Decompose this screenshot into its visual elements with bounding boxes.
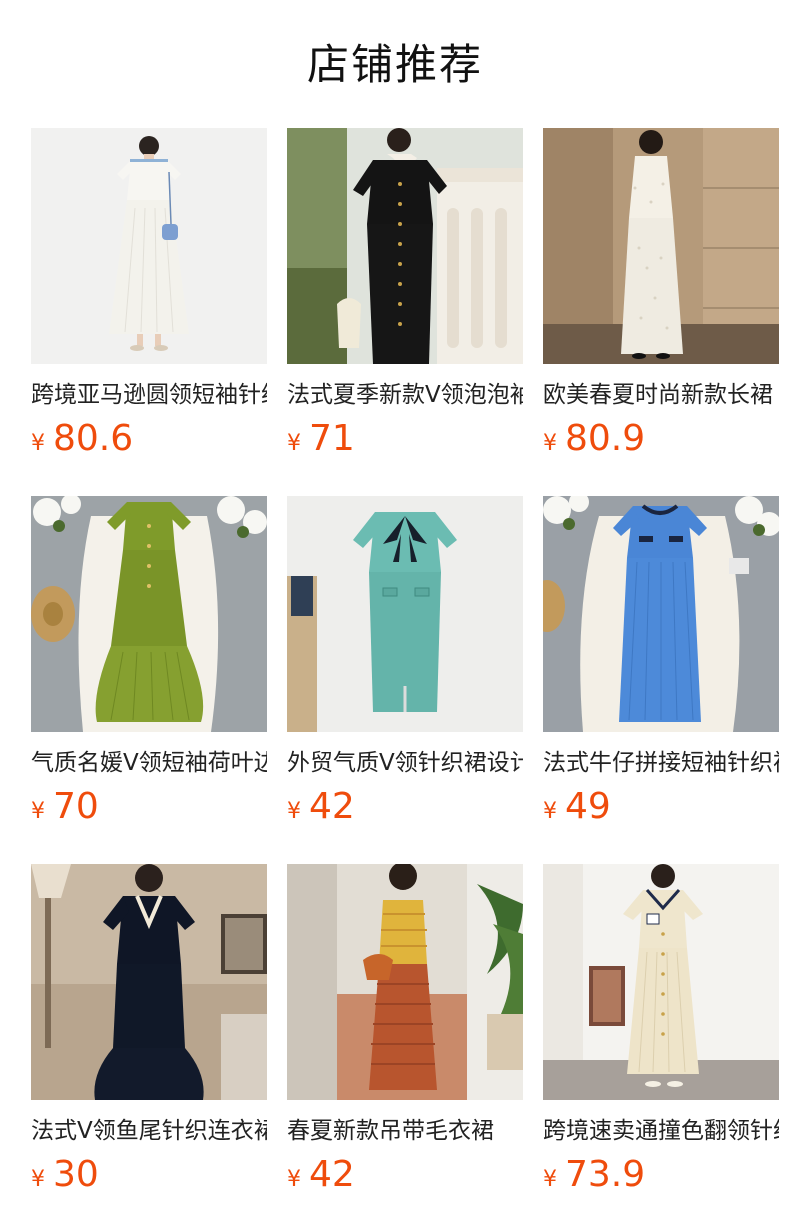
product-card[interactable]: 法式夏季新款V领泡泡袖针织裙 ¥71 <box>287 128 523 460</box>
product-title[interactable]: 外贸气质V领针织裙设计感 <box>287 746 523 780</box>
product-card[interactable]: 外贸气质V领针织裙设计感 ¥42 <box>287 496 523 828</box>
product-price: ¥80.9 <box>543 418 779 460</box>
product-price: ¥80.6 <box>31 418 267 460</box>
product-card[interactable]: 欧美春夏时尚新款长裙 ¥80.9 <box>543 128 779 460</box>
currency-symbol: ¥ <box>543 799 557 824</box>
price-amount: 80.6 <box>53 418 134 459</box>
product-image[interactable] <box>543 864 779 1100</box>
product-price: ¥42 <box>287 786 523 828</box>
currency-symbol: ¥ <box>31 1167 45 1192</box>
currency-symbol: ¥ <box>31 799 45 824</box>
product-price: ¥49 <box>543 786 779 828</box>
currency-symbol: ¥ <box>31 431 45 456</box>
product-card[interactable]: 跨境速卖通撞色翻领针织裙 ¥73.9 <box>543 864 779 1196</box>
product-price: ¥30 <box>31 1154 267 1196</box>
section-title: 店铺推荐 <box>306 40 483 89</box>
product-card[interactable]: 气质名媛V领短袖荷叶边连衣裙 ¥70 <box>31 496 267 828</box>
product-card[interactable]: 春夏新款吊带毛衣裙 ¥42 <box>287 864 523 1196</box>
price-amount: 80.9 <box>565 418 646 459</box>
currency-symbol: ¥ <box>287 431 301 456</box>
price-amount: 71 <box>309 418 355 459</box>
product-image[interactable] <box>543 496 779 732</box>
product-image[interactable] <box>287 128 523 364</box>
product-image[interactable] <box>287 496 523 732</box>
product-title[interactable]: 法式牛仔拼接短袖针织裙 <box>543 746 779 780</box>
product-title[interactable]: 气质名媛V领短袖荷叶边连衣裙 <box>31 746 267 780</box>
price-amount: 42 <box>309 786 355 827</box>
product-title[interactable]: 法式夏季新款V领泡泡袖针织裙 <box>287 378 523 412</box>
product-title[interactable]: 春夏新款吊带毛衣裙 <box>287 1114 523 1148</box>
product-price: ¥70 <box>31 786 267 828</box>
currency-symbol: ¥ <box>543 1167 557 1192</box>
currency-symbol: ¥ <box>287 799 301 824</box>
product-title[interactable]: 欧美春夏时尚新款长裙 <box>543 378 779 412</box>
price-amount: 42 <box>309 1154 355 1195</box>
product-image[interactable] <box>31 496 267 732</box>
product-price: ¥42 <box>287 1154 523 1196</box>
product-image[interactable] <box>31 128 267 364</box>
price-amount: 73.9 <box>565 1154 646 1195</box>
currency-symbol: ¥ <box>543 431 557 456</box>
product-price: ¥71 <box>287 418 523 460</box>
product-title[interactable]: 跨境速卖通撞色翻领针织裙 <box>543 1114 779 1148</box>
product-price: ¥73.9 <box>543 1154 779 1196</box>
product-image[interactable] <box>31 864 267 1100</box>
product-image[interactable] <box>287 864 523 1100</box>
product-title[interactable]: 跨境亚马逊圆领短袖针织连衣裙 <box>31 378 267 412</box>
price-amount: 30 <box>53 1154 99 1195</box>
product-card[interactable]: 法式V领鱼尾针织连衣裙 ¥30 <box>31 864 267 1196</box>
product-card[interactable]: 跨境亚马逊圆领短袖针织连衣裙 ¥80.6 <box>31 128 267 460</box>
price-amount: 70 <box>53 786 99 827</box>
currency-symbol: ¥ <box>287 1167 301 1192</box>
price-amount: 49 <box>565 786 611 827</box>
product-title[interactable]: 法式V领鱼尾针织连衣裙 <box>31 1114 267 1148</box>
product-image[interactable] <box>543 128 779 364</box>
product-card[interactable]: 法式牛仔拼接短袖针织裙 ¥49 <box>543 496 779 828</box>
